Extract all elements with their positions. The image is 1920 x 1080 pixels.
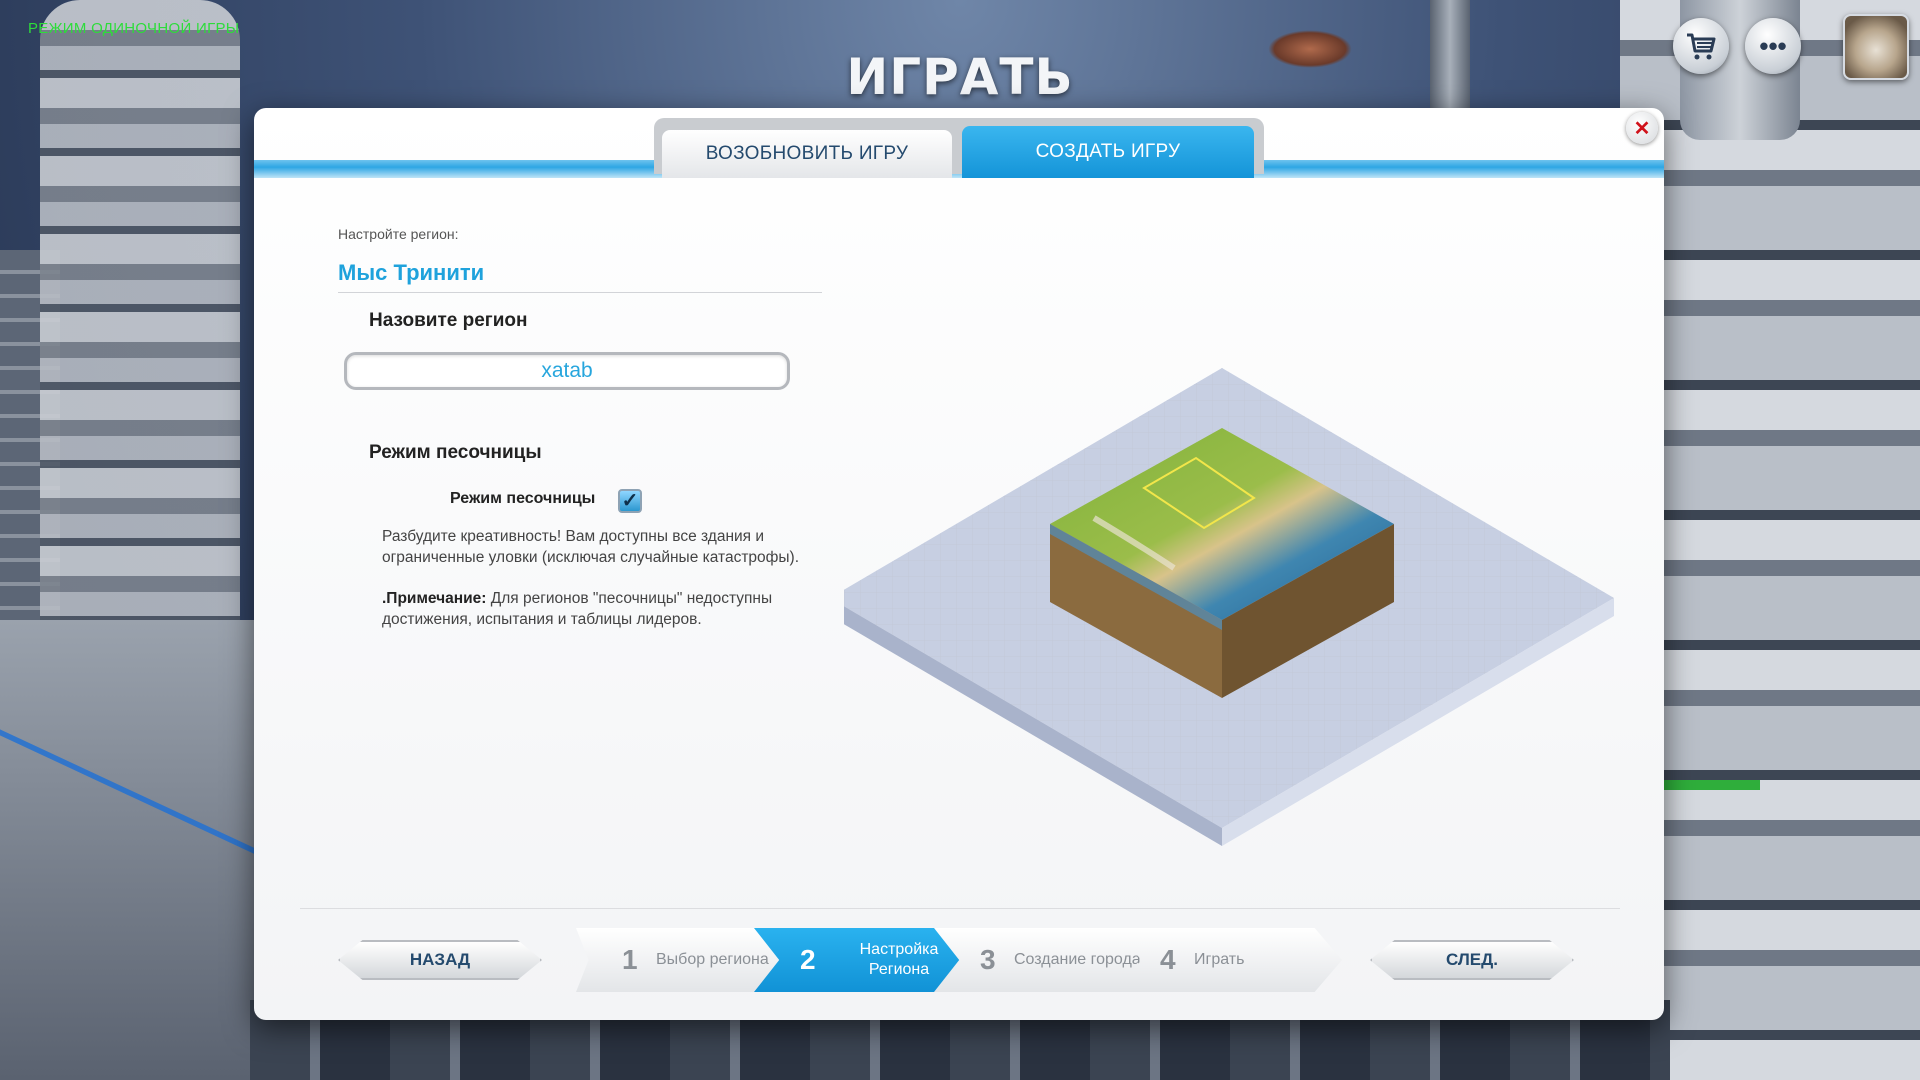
sandbox-description: Разбудите креативность! Вам доступны все… [382, 528, 800, 566]
tab-create-game[interactable]: СОЗДАТЬ ИГРУ [962, 126, 1254, 178]
more-options-button[interactable]: ••• [1745, 18, 1801, 74]
step-label: Играть [1194, 951, 1245, 968]
tabs: ВОЗОБНОВИТЬ ИГРУ СОЗДАТЬ ИГРУ [654, 118, 1264, 178]
note-prefix: .Примечание: [382, 590, 487, 607]
more-icon: ••• [1759, 30, 1787, 61]
sandbox-checkbox[interactable]: ✓ [618, 489, 642, 513]
back-button[interactable]: НАЗАД [338, 940, 542, 980]
page-title: ИГРАТЬ [846, 48, 1074, 106]
cart-icon [1687, 33, 1716, 60]
close-icon: ✕ [1633, 117, 1651, 140]
step-number: 2 [800, 944, 816, 975]
sandbox-heading: Режим песочницы [369, 442, 542, 463]
step-number: 3 [980, 944, 996, 975]
next-button[interactable]: СЛЕД. [1370, 940, 1574, 980]
sandbox-note: .Примечание: Для регионов "песочницы" не… [382, 588, 842, 630]
avatar[interactable] [1843, 14, 1909, 80]
wizard-steps: 1 Выбор региона 2 Настройка Региона 3 Со… [576, 928, 1342, 992]
background-tower [1620, 0, 1920, 1080]
step-label: Выбор региона [656, 951, 769, 968]
configure-region-label: Настройте регион: [338, 226, 459, 242]
play-dialog: ВОЗОБНОВИТЬ ИГРУ СОЗДАТЬ ИГРУ ✕ Настройт… [254, 108, 1664, 1020]
step-label: Настройка Региона [859, 941, 939, 978]
divider [300, 908, 1620, 909]
step-number: 1 [622, 944, 638, 975]
close-button[interactable]: ✕ [1626, 112, 1658, 144]
store-button[interactable] [1673, 18, 1729, 74]
step-label: Создание города [1014, 951, 1141, 968]
tab-resume-game[interactable]: ВОЗОБНОВИТЬ ИГРУ [662, 130, 952, 178]
region-name-input[interactable] [344, 352, 790, 390]
step-number: 4 [1160, 944, 1176, 975]
step-create-city[interactable]: 3 Создание города [934, 928, 1144, 992]
region-name-label: Назовите регион [369, 310, 528, 331]
region-map-preview [844, 368, 1614, 846]
sandbox-checkbox-label: Режим песочницы [450, 490, 596, 507]
divider [338, 292, 822, 293]
background-ground [0, 620, 260, 1080]
game-mode-label: РЕЖИМ ОДИНОЧНОЙ ИГРЫ [28, 20, 240, 37]
step-play[interactable]: 4 Играть [1114, 928, 1342, 992]
region-title: Мыс Тринити [338, 260, 485, 285]
step-select-region[interactable]: 1 Выбор региона [576, 928, 786, 992]
step-configure-region[interactable]: 2 Настройка Региона [754, 928, 964, 992]
